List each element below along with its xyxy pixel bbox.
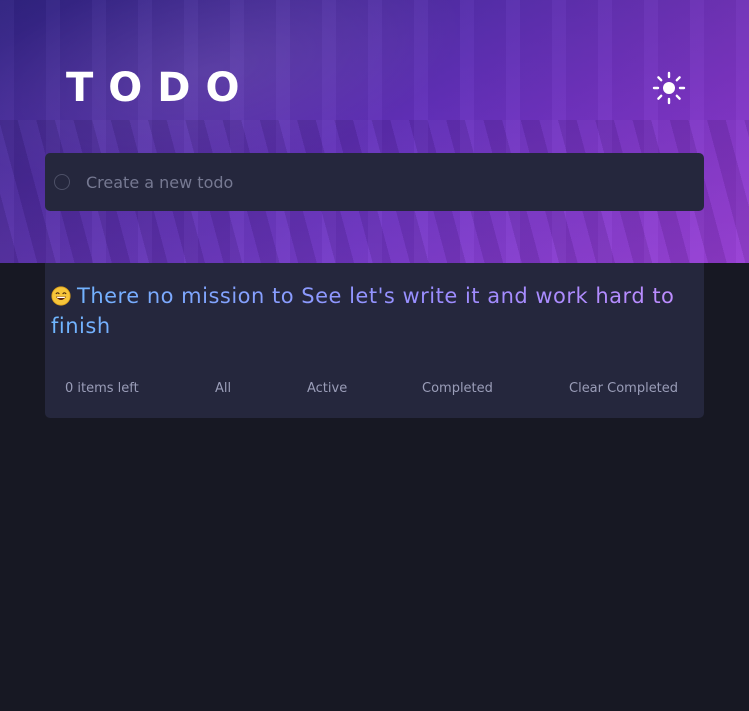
todo-list-card: There no mission to See let's write it a… (45, 263, 704, 418)
clear-completed-button[interactable]: Clear Completed (569, 381, 678, 396)
grinning-face-emoji-icon (51, 286, 71, 306)
empty-state-text: There no mission to See let's write it a… (51, 284, 675, 338)
new-todo-bar (45, 153, 704, 211)
todo-footer: 0 items left All Active Completed Clear … (45, 381, 704, 401)
header-banner (0, 0, 749, 263)
new-todo-check-circle[interactable] (54, 174, 70, 190)
filter-completed-button[interactable]: Completed (422, 381, 493, 396)
filter-all-button[interactable]: All (215, 381, 231, 396)
new-todo-input[interactable] (86, 167, 646, 197)
filter-active-button[interactable]: Active (307, 381, 347, 396)
items-left-count: 0 items left (65, 381, 139, 396)
sun-icon (652, 71, 686, 105)
theme-toggle-button[interactable] (650, 69, 688, 107)
empty-state-message: There no mission to See let's write it a… (51, 281, 696, 341)
app-title: TODO (66, 65, 255, 111)
